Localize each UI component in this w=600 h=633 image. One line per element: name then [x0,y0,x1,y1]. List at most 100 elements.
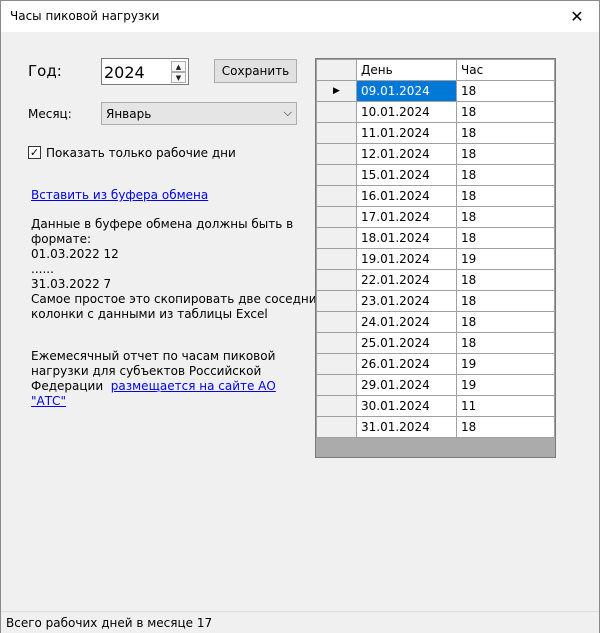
table-row[interactable]: 15.01.2024 18 [316,164,555,186]
row-header[interactable] [316,248,357,270]
table-row[interactable]: 11.01.2024 18 [316,122,555,144]
hour-cell[interactable]: 18 [456,164,555,186]
day-cell[interactable]: 26.01.2024 [356,353,457,375]
day-cell[interactable]: 16.01.2024 [356,185,457,207]
hour-cell[interactable]: 19 [456,248,555,270]
hour-cell[interactable]: 19 [456,374,555,396]
day-cell[interactable]: 15.01.2024 [356,164,457,186]
row-header[interactable] [316,122,357,144]
hour-cell[interactable]: 18 [456,416,555,438]
month-value: Январь [106,107,152,121]
table-row[interactable]: 12.01.2024 18 [316,143,555,165]
table-row[interactable]: 24.01.2024 18 [316,311,555,333]
month-select[interactable]: Январь ⌵ [101,102,297,125]
day-cell[interactable]: 19.01.2024 [356,248,457,270]
day-cell[interactable]: 31.01.2024 [356,416,457,438]
hour-cell[interactable]: 18 [456,143,555,165]
day-cell[interactable]: 22.01.2024 [356,269,457,291]
day-cell[interactable]: 30.01.2024 [356,395,457,417]
hour-cell[interactable]: 18 [456,80,555,102]
table-row[interactable]: 17.01.2024 18 [316,206,555,228]
hour-cell[interactable]: 18 [456,332,555,354]
chevron-down-icon: ⌵ [283,106,292,119]
spin-down-icon[interactable]: ▼ [171,72,186,83]
hour-cell[interactable]: 18 [456,227,555,249]
row-header[interactable] [316,164,357,186]
hour-cell[interactable]: 18 [456,311,555,333]
status-text: Всего рабочих дней в месяце 17 [6,616,213,630]
row-header[interactable] [316,290,357,312]
month-label: Месяц: [28,107,72,121]
close-icon[interactable]: ✕ [555,1,599,32]
day-cell[interactable]: 23.01.2024 [356,290,457,312]
row-header[interactable] [316,227,357,249]
row-header[interactable] [316,269,357,291]
hint-line: 31.03.2022 7 [31,277,112,291]
current-row-indicator-icon[interactable]: ▶ [316,80,357,102]
report-line: Ежемесячный отчет по часам пиковой [31,349,276,363]
ats-site-link-continued[interactable]: "АТС" [31,394,66,408]
save-button[interactable]: Сохранить [214,59,297,83]
row-header[interactable] [316,206,357,228]
clipboard-hint: Данные в буфере обмена должны быть в фор… [31,217,324,322]
hour-cell[interactable]: 18 [456,185,555,207]
year-stepper[interactable]: 2024 ▲ ▼ [101,58,189,85]
report-line: нагрузки для субъектов Российской [31,364,262,378]
hour-cell[interactable]: 19 [456,353,555,375]
day-cell[interactable]: 24.01.2024 [356,311,457,333]
year-value[interactable]: 2024 [104,63,145,82]
table-row[interactable]: 30.01.2024 11 [316,395,555,417]
row-header[interactable] [316,311,357,333]
table-row[interactable]: 25.01.2024 18 [316,332,555,354]
peak-hours-grid[interactable]: День Час ▶ 09.01.2024 18 10.01.2024 18 11.01.… [315,58,556,458]
day-cell[interactable]: 12.01.2024 [356,143,457,165]
row-header[interactable] [316,416,357,438]
workdays-only-checkbox[interactable]: ✓ [28,146,41,159]
status-bar: Всего рабочих дней в месяце 17 [1,611,599,633]
table-row[interactable]: 16.01.2024 18 [316,185,555,207]
table-row[interactable]: 31.01.2024 18 [316,416,555,438]
table-row[interactable]: 23.01.2024 18 [316,290,555,312]
table-row[interactable]: 10.01.2024 18 [316,101,555,123]
paste-from-clipboard-link[interactable]: Вставить из буфера обмена [31,188,208,202]
hour-cell[interactable]: 18 [456,206,555,228]
table-row[interactable]: ▶ 09.01.2024 18 [316,80,555,102]
hint-line: Самое простое это скопировать две соседн… [31,292,324,306]
row-header[interactable] [316,395,357,417]
day-cell[interactable]: 17.01.2024 [356,206,457,228]
ats-site-link[interactable]: размещается на сайте АО [111,379,276,393]
table-row[interactable]: 19.01.2024 19 [316,248,555,270]
day-cell[interactable]: 18.01.2024 [356,227,457,249]
row-header[interactable] [316,374,357,396]
column-header-day[interactable]: День [356,59,457,81]
row-header[interactable] [316,143,357,165]
row-header[interactable] [316,332,357,354]
day-cell[interactable]: 11.01.2024 [356,122,457,144]
hour-cell[interactable]: 18 [456,269,555,291]
day-cell[interactable]: 25.01.2024 [356,332,457,354]
grid-header-row: День Час [316,59,555,81]
row-header[interactable] [316,101,357,123]
column-header-hour[interactable]: Час [456,59,555,81]
spin-up-icon[interactable]: ▲ [171,61,186,72]
workdays-only-label[interactable]: Показать только рабочие дни [46,146,236,160]
hour-cell[interactable]: 18 [456,290,555,312]
hint-line: колонки с данными из таблицы Excel [31,307,268,321]
hour-cell[interactable]: 18 [456,122,555,144]
row-header[interactable] [316,353,357,375]
table-row[interactable]: 18.01.2024 18 [316,227,555,249]
year-label: Год: [28,62,62,80]
hour-cell[interactable]: 18 [456,101,555,123]
table-row[interactable]: 29.01.2024 19 [316,374,555,396]
hour-cell[interactable]: 11 [456,395,555,417]
hint-line: формате: [31,232,92,246]
table-row[interactable]: 26.01.2024 19 [316,353,555,375]
title-bar: Часы пиковой нагрузки ✕ [1,1,599,32]
report-info: Ежемесячный отчет по часам пиковой нагру… [31,349,276,409]
table-row[interactable]: 22.01.2024 18 [316,269,555,291]
row-header[interactable] [316,185,357,207]
row-header-corner [316,59,357,81]
day-cell[interactable]: 29.01.2024 [356,374,457,396]
day-cell[interactable]: 09.01.2024 [356,80,457,102]
day-cell[interactable]: 10.01.2024 [356,101,457,123]
